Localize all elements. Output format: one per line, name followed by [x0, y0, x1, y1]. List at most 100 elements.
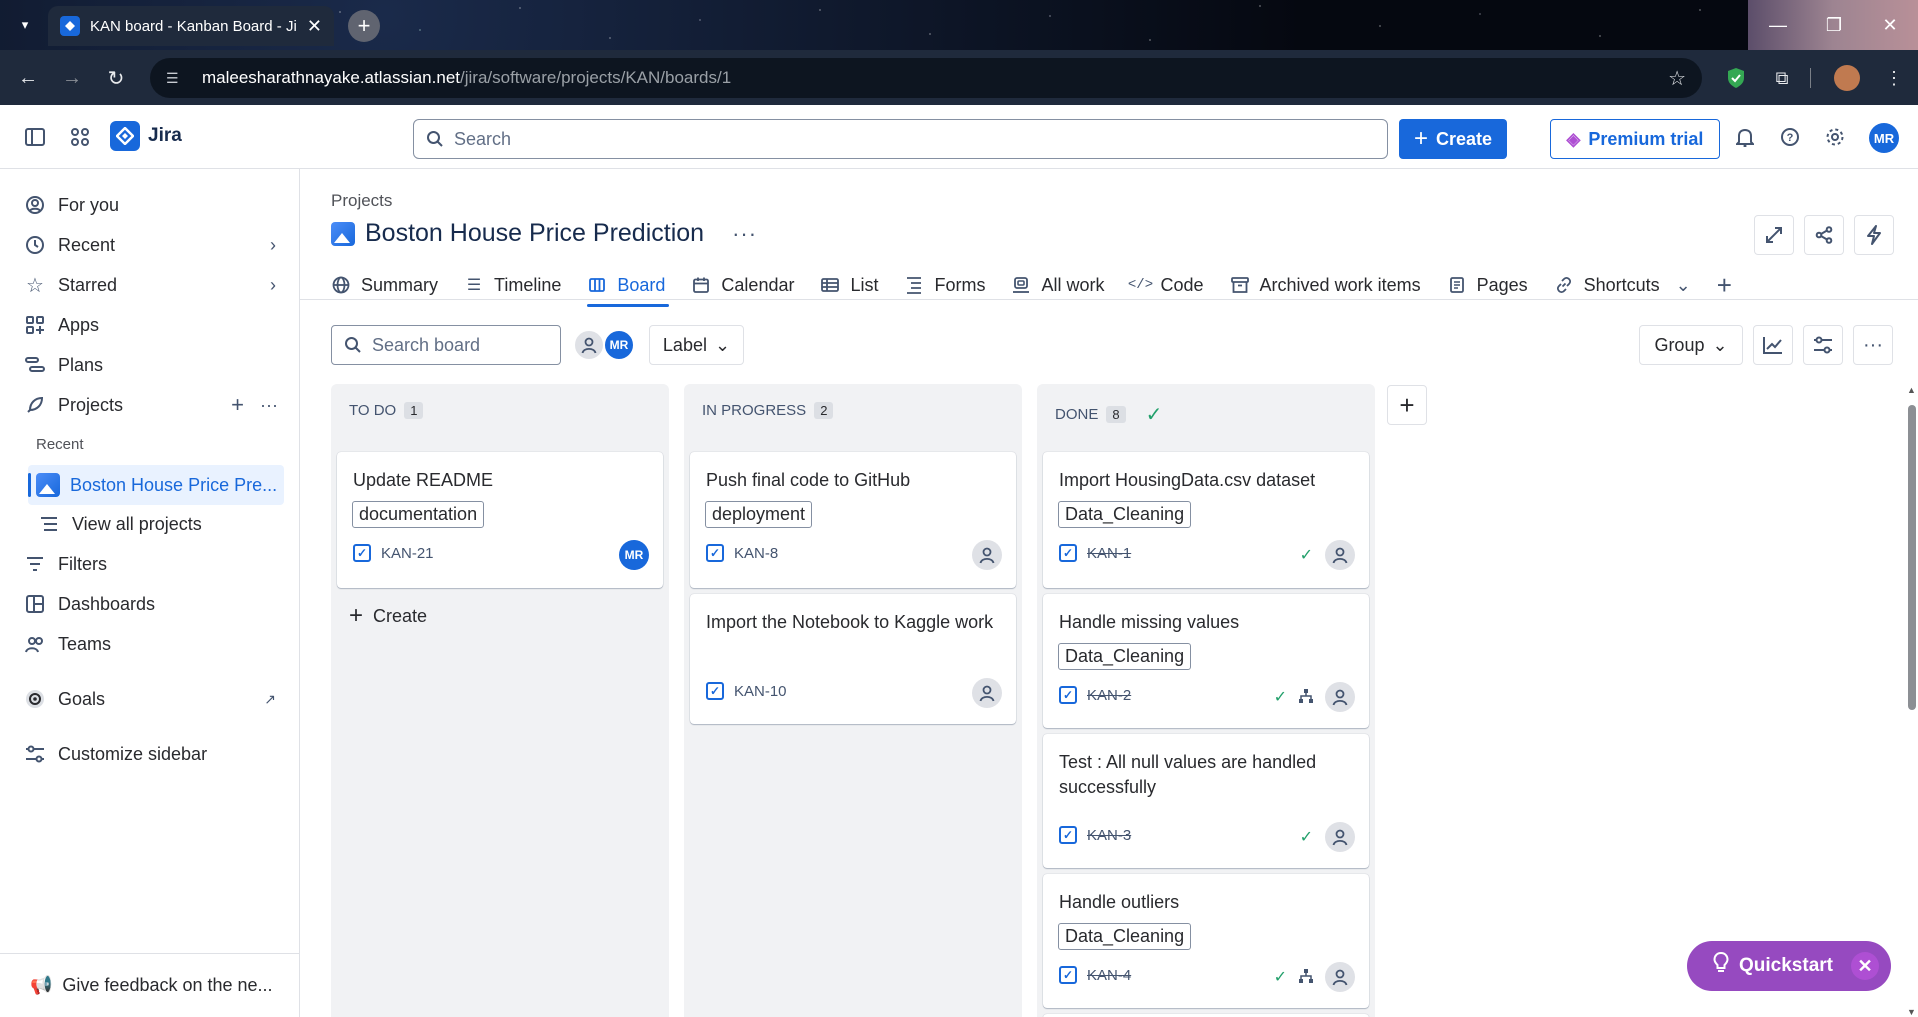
share-icon[interactable]	[1804, 215, 1844, 255]
profile-avatar[interactable]	[1834, 65, 1860, 91]
global-search-placeholder: Search	[454, 128, 512, 149]
add-project-icon[interactable]: +	[231, 392, 244, 418]
sidebar-item-for-you[interactable]: For you	[24, 187, 284, 223]
tab-search-icon[interactable]: ▾	[12, 12, 38, 38]
card[interactable]: Import the Notebook to Kaggle work ✓ KAN…	[690, 594, 1016, 724]
notifications-bell-icon[interactable]	[1729, 121, 1761, 153]
global-search-input[interactable]: Search	[413, 119, 1388, 159]
column-count: 8	[1106, 406, 1126, 423]
jira-logo[interactable]: Jira	[110, 121, 182, 151]
create-button[interactable]: + Create	[1399, 119, 1507, 159]
browser-tab-title: KAN board - Kanban Board - Jir	[90, 17, 297, 35]
forward-icon[interactable]: →	[56, 62, 88, 94]
back-icon[interactable]: ←	[12, 62, 44, 94]
sidebar-item-goals[interactable]: Goals ↗	[24, 681, 284, 717]
card[interactable]: Push final code to GitHub deployment ✓ K…	[690, 452, 1016, 588]
chevron-down-icon[interactable]: ⌄	[1676, 275, 1691, 296]
projects-more-icon[interactable]: ···	[260, 395, 278, 416]
sidebar-item-active-project[interactable]: Boston House Price Pre...	[28, 465, 284, 505]
close-quickstart-icon[interactable]: ✕	[1851, 952, 1879, 980]
address-bar[interactable]: ☰ maleesharathnayake.atlassian.net/jira/…	[150, 58, 1702, 98]
scrollbar-thumb[interactable]	[1908, 405, 1916, 710]
close-window-icon[interactable]: ✕	[1862, 0, 1918, 50]
sidebar-item-projects[interactable]: Projects + ···	[24, 387, 284, 423]
minimize-window-icon[interactable]: —	[1750, 0, 1806, 50]
scroll-up-icon[interactable]: ▲	[1907, 385, 1916, 395]
card-label[interactable]: Data_Cleaning	[1058, 501, 1192, 528]
card-key[interactable]: KAN-21	[381, 545, 434, 562]
sidebar-item-starred[interactable]: ☆ Starred ›	[24, 267, 284, 303]
chevron-right-icon[interactable]: ›	[270, 275, 276, 296]
insights-chart-icon[interactable]	[1753, 325, 1793, 365]
card-label[interactable]: Data_Cleaning	[1058, 923, 1192, 950]
card-key[interactable]: KAN-10	[734, 683, 787, 700]
unassigned-person-icon[interactable]	[972, 540, 1002, 570]
quickstart-button[interactable]: Quickstart ✕	[1687, 941, 1891, 991]
unassigned-person-icon[interactable]	[1325, 540, 1355, 570]
task-checkbox-icon: ✓	[353, 544, 371, 562]
help-icon[interactable]: ?	[1774, 121, 1806, 153]
close-tab-icon[interactable]: ✕	[307, 16, 322, 37]
column-name: TO DO	[349, 402, 397, 419]
sidebar-item-apps[interactable]: Apps	[24, 307, 284, 343]
sidebar-item-recent[interactable]: Recent ›	[24, 227, 284, 263]
sidebar-toggle-icon[interactable]	[19, 121, 51, 153]
label-filter-dropdown[interactable]: Label ⌄	[649, 325, 744, 365]
view-settings-icon[interactable]	[1803, 325, 1843, 365]
unassigned-person-icon[interactable]	[1325, 822, 1355, 852]
external-link-icon[interactable]: ↗	[264, 691, 276, 708]
board-search-input[interactable]: Search board	[331, 325, 561, 365]
restore-window-icon[interactable]: ❐	[1806, 0, 1862, 50]
card-key[interactable]: KAN-3	[1087, 827, 1131, 844]
tab-label: Pages	[1476, 274, 1528, 295]
fullscreen-icon[interactable]	[1754, 215, 1794, 255]
unassigned-filter-avatar[interactable]	[573, 329, 605, 361]
browser-tab[interactable]: KAN board - Kanban Board - Jir ✕	[48, 6, 334, 46]
card[interactable]: Handle outliers Data_Cleaning ✓ KAN-4 ✓	[1043, 874, 1369, 1008]
site-info-icon[interactable]: ☰	[166, 70, 186, 87]
sidebar-item-filters[interactable]: Filters	[24, 546, 284, 582]
chevron-right-icon[interactable]: ›	[270, 235, 276, 256]
unassigned-person-icon[interactable]	[972, 678, 1002, 708]
sidebar-item-view-all-projects[interactable]: View all projects	[38, 506, 298, 542]
group-dropdown[interactable]: Group ⌄	[1639, 325, 1743, 365]
settings-gear-icon[interactable]	[1819, 121, 1851, 153]
assignee-avatar[interactable]: MR	[619, 540, 649, 570]
sidebar-item-plans[interactable]: Plans	[24, 347, 284, 383]
app-switcher-icon[interactable]	[64, 121, 96, 153]
unassigned-person-icon[interactable]	[1325, 962, 1355, 992]
card-label[interactable]: Data_Cleaning	[1058, 643, 1192, 670]
shield-extension-icon[interactable]	[1722, 64, 1750, 92]
extensions-puzzle-icon[interactable]: ⧉	[1768, 64, 1796, 92]
automation-lightning-icon[interactable]	[1854, 215, 1894, 255]
add-column-button[interactable]: +	[1387, 385, 1427, 425]
card-label[interactable]: deployment	[705, 501, 813, 528]
reload-icon[interactable]: ↻	[100, 62, 132, 94]
sidebar-item-teams[interactable]: Teams	[24, 626, 284, 662]
card-key[interactable]: KAN-2	[1087, 687, 1131, 704]
card[interactable]: Update README documentation ✓ KAN-21 MR	[337, 452, 663, 588]
board-more-icon[interactable]: ···	[1853, 325, 1893, 365]
premium-trial-button[interactable]: ◈ Premium trial	[1550, 119, 1720, 159]
card-key[interactable]: KAN-1	[1087, 545, 1131, 562]
bookmark-star-icon[interactable]: ☆	[1668, 66, 1686, 91]
card-key[interactable]: KAN-4	[1087, 967, 1131, 984]
breadcrumb[interactable]: Projects	[331, 191, 392, 211]
card[interactable]: Import HousingData.csv dataset Data_Clea…	[1043, 452, 1369, 588]
sidebar-item-customize[interactable]: Customize sidebar	[24, 736, 284, 772]
give-feedback-button[interactable]: 📢 Give feedback on the ne...	[0, 953, 300, 1017]
unassigned-person-icon[interactable]	[1325, 682, 1355, 712]
browser-menu-icon[interactable]: ⋮	[1880, 64, 1908, 92]
new-tab-button[interactable]: +	[348, 10, 380, 42]
card[interactable]: Test : All null values are handled succe…	[1043, 734, 1369, 868]
board-scrollbar[interactable]: ▲ ▼	[1906, 385, 1918, 1017]
user-avatar[interactable]: MR	[1869, 123, 1899, 153]
project-more-icon[interactable]: ···	[732, 221, 757, 247]
scroll-down-icon[interactable]: ▼	[1907, 1007, 1916, 1017]
card[interactable]: Handle missing values Data_Cleaning ✓ KA…	[1043, 594, 1369, 728]
user-filter-avatar[interactable]: MR	[603, 329, 635, 361]
create-card-button[interactable]: + Create	[349, 602, 427, 630]
card-key[interactable]: KAN-8	[734, 545, 778, 562]
card-label[interactable]: documentation	[352, 501, 485, 528]
sidebar-item-dashboards[interactable]: Dashboards	[24, 586, 284, 622]
